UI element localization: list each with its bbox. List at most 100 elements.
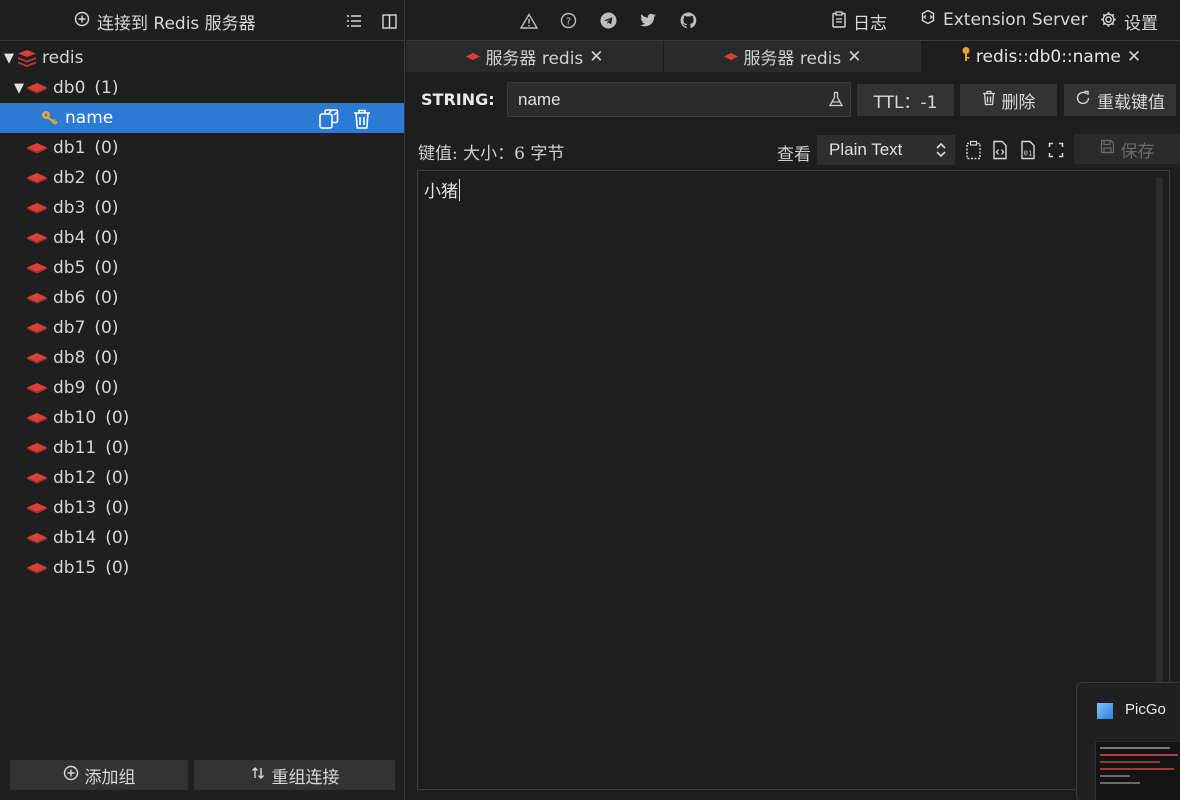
tree-db-db8[interactable]: db8 (0) (0, 343, 404, 373)
db-name: db15 (53, 558, 97, 578)
view-mode-value: Plain Text (829, 140, 903, 159)
tree-server-redis[interactable]: ▼ redis (0, 43, 404, 73)
db-key-count: (0) (94, 198, 119, 218)
db-key-count: (0) (94, 378, 119, 398)
db-name: db12 (53, 468, 97, 488)
warning-icon[interactable] (519, 11, 538, 30)
picgo-notification[interactable]: PicGo (1076, 682, 1180, 800)
db-name: db7 (53, 318, 86, 338)
ttl-label: TTL：-1 (873, 92, 938, 113)
db-key-count: (0) (105, 498, 130, 518)
reconnect-button[interactable]: 重组连接 (194, 760, 395, 790)
svg-text:?: ? (566, 17, 571, 28)
db-key-count: (0) (94, 168, 119, 188)
key-actions (318, 108, 372, 135)
refresh-icon (1075, 90, 1091, 111)
expand-arrow-icon[interactable]: ▼ (12, 81, 26, 96)
split-panel-icon[interactable] (380, 12, 398, 30)
tree-db-db1[interactable]: db1 (0) (0, 133, 404, 163)
tree-db-db4[interactable]: db4 (0) (0, 223, 404, 253)
redis-logo-icon (16, 48, 38, 68)
tree-db-db14[interactable]: db14 (0) (0, 523, 404, 553)
tab-server-redis-1[interactable]: 服务器 redis ✕ (406, 41, 664, 72)
database-icon (26, 82, 48, 94)
main-panel: ? 日志 Extension Server 设置 服务器 redis ✕ 服务器… (406, 0, 1180, 800)
tab-server-redis-2[interactable]: 服务器 redis ✕ (664, 41, 922, 72)
tree-db-db10[interactable]: db10 (0) (0, 403, 404, 433)
reconnect-label: 重组连接 (271, 767, 340, 788)
copy-value-icon[interactable] (964, 140, 984, 160)
connection-sidebar: 连接到 Redis 服务器 ▼ redis ▼ db0 (1) name db1 (0) d… (0, 0, 405, 800)
tree-db-db6[interactable]: db6 (0) (0, 283, 404, 313)
close-icon[interactable]: ✕ (1127, 47, 1141, 67)
sort-arrows-icon (250, 765, 266, 786)
db-key-count: (0) (94, 288, 119, 308)
delete-key-button[interactable]: 删除 (960, 84, 1057, 116)
database-icon (26, 442, 48, 454)
tree-db-db13[interactable]: db13 (0) (0, 493, 404, 523)
value-text[interactable]: 小猪 (424, 177, 460, 202)
fullscreen-icon[interactable] (1046, 140, 1066, 160)
binary-file-icon[interactable]: 01 (1018, 140, 1038, 160)
expand-arrow-icon[interactable]: ▼ (2, 51, 16, 66)
tree-db-db2[interactable]: db2 (0) (0, 163, 404, 193)
key-name-input[interactable]: name (507, 82, 851, 117)
settings-link[interactable]: 设置 (1100, 9, 1158, 34)
database-icon (26, 232, 48, 244)
server-tree: ▼ redis ▼ db0 (1) name db1 (0) db2 (0) db3 (0) db4… (0, 43, 404, 583)
database-icon (26, 172, 48, 184)
tab-key-name[interactable]: redis::db0::name ✕ (922, 41, 1180, 72)
close-icon[interactable]: ✕ (847, 47, 861, 67)
code-file-icon[interactable] (990, 140, 1010, 160)
db-key-count: (1) (94, 78, 119, 98)
db-name: db6 (53, 288, 86, 308)
db-name: db1 (53, 138, 86, 158)
help-icon[interactable]: ? (559, 11, 578, 30)
list-view-icon[interactable] (345, 12, 363, 30)
tree-db-db3[interactable]: db3 (0) (0, 193, 404, 223)
view-mode-label: 查看 (777, 145, 811, 165)
view-mode-select[interactable]: Plain Text (817, 135, 955, 165)
db-key-count: (0) (94, 348, 119, 368)
settings-label: 设置 (1124, 14, 1158, 34)
extension-server-link[interactable]: Extension Server (920, 9, 1088, 30)
db-name: db8 (53, 348, 86, 368)
plus-circle-icon (63, 765, 79, 786)
value-content: 小猪 (424, 182, 458, 202)
sidebar-footer: 添加组 重组连接 (10, 760, 395, 790)
key-name: name (65, 108, 114, 128)
trash-icon[interactable] (352, 108, 372, 135)
telegram-icon[interactable] (599, 11, 618, 30)
connect-server-button[interactable]: 连接到 Redis 服务器 (74, 9, 256, 34)
add-group-button[interactable]: 添加组 (10, 760, 188, 790)
server-name: redis (42, 48, 84, 68)
tree-key-name[interactable]: name (0, 103, 404, 133)
delete-label: 删除 (1001, 92, 1036, 113)
ttl-button[interactable]: TTL：-1 (857, 84, 954, 116)
tree-db-db9[interactable]: db9 (0) (0, 373, 404, 403)
log-link[interactable]: 日志 (832, 9, 887, 34)
tree-db-db15[interactable]: db15 (0) (0, 553, 404, 583)
tab-bar: 服务器 redis ✕ 服务器 redis ✕ redis::db0::name… (406, 41, 1180, 72)
copy-icon[interactable] (318, 108, 340, 135)
tree-db-db5[interactable]: db5 (0) (0, 253, 404, 283)
db-key-count: (0) (105, 438, 130, 458)
twitter-icon[interactable] (639, 11, 658, 30)
top-toolbar: ? 日志 Extension Server 设置 (406, 0, 1180, 41)
reload-key-button[interactable]: 重载键值 (1064, 84, 1176, 116)
tree-db-db12[interactable]: db12 (0) (0, 463, 404, 493)
close-icon[interactable]: ✕ (589, 47, 603, 67)
add-group-label: 添加组 (84, 767, 136, 788)
tree-db-db11[interactable]: db11 (0) (0, 433, 404, 463)
save-button[interactable]: 保存 (1074, 134, 1180, 164)
github-icon[interactable] (679, 11, 698, 30)
value-editor[interactable]: 小猪 (417, 170, 1170, 790)
tab-label: 服务器 redis (485, 49, 584, 69)
flask-icon[interactable] (828, 91, 844, 111)
db-key-count: (0) (94, 258, 119, 278)
key-header-bar: STRING: name TTL：-1 删除 重载键值 (416, 82, 1180, 117)
db-name: db11 (53, 438, 97, 458)
tree-db-db0[interactable]: ▼ db0 (1) (0, 73, 404, 103)
database-icon (26, 472, 48, 484)
tree-db-db7[interactable]: db7 (0) (0, 313, 404, 343)
